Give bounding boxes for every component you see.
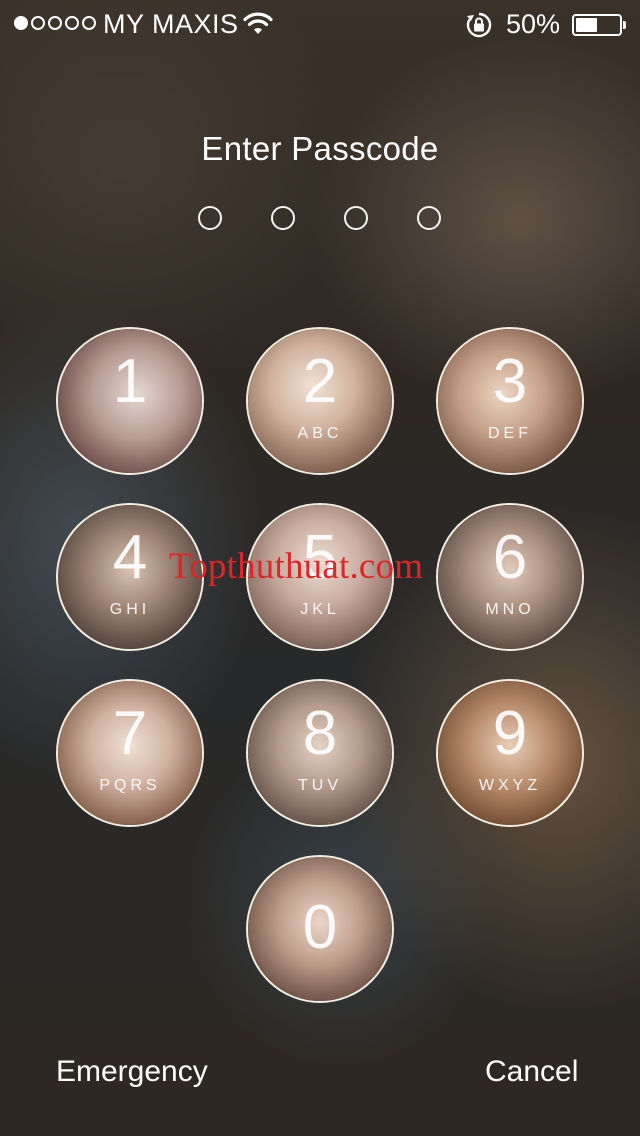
key-digit: 6 (492, 523, 528, 592)
status-bar: MY MAXIS 50% (0, 0, 640, 48)
cancel-button[interactable]: Cancel (485, 1055, 578, 1089)
key-digit: 8 (302, 699, 338, 768)
key-7[interactable]: 7 PQRS (56, 679, 204, 827)
passcode-dot (417, 206, 441, 230)
key-3[interactable]: 3 DEF (436, 327, 584, 475)
passcode-indicators (0, 206, 640, 232)
signal-strength-icon (14, 16, 96, 30)
signal-dot (14, 16, 28, 30)
key-letters: ABC (297, 425, 343, 442)
key-letters: JKL (300, 601, 340, 618)
passcode-dot (271, 206, 295, 230)
key-letters: DEF (488, 425, 532, 442)
battery-terminal (623, 21, 626, 29)
wifi-icon (243, 12, 273, 43)
signal-dot (82, 16, 96, 30)
key-digit: 0 (302, 893, 338, 962)
key-digit: 7 (112, 699, 148, 768)
battery-icon (572, 14, 626, 36)
emergency-button[interactable]: Emergency (56, 1055, 208, 1089)
key-digit: 9 (492, 699, 528, 768)
key-1[interactable]: 1 (56, 327, 204, 475)
key-6[interactable]: 6 MNO (436, 503, 584, 651)
key-8[interactable]: 8 TUV (246, 679, 394, 827)
battery-level-fill (576, 18, 597, 32)
watermark-text: Topthuthuat.com (169, 546, 424, 587)
key-9[interactable]: 9 WXYZ (436, 679, 584, 827)
passcode-title: Enter Passcode (201, 130, 439, 167)
signal-dot (65, 16, 79, 30)
key-digit: 3 (492, 347, 528, 416)
key-letters: TUV (298, 777, 342, 794)
passcode-dot (198, 206, 222, 230)
key-2[interactable]: 2 ABC (246, 327, 394, 475)
signal-dot (31, 16, 45, 30)
passcode-dot (344, 206, 368, 230)
carrier-name: MY MAXIS (103, 9, 239, 39)
key-letters: PQRS (99, 777, 161, 794)
orientation-lock-icon (465, 11, 493, 46)
battery-percentage: 50% (506, 9, 561, 39)
signal-dot (48, 16, 62, 30)
key-letters: MNO (485, 601, 535, 618)
key-0[interactable]: 0 (246, 855, 394, 1003)
key-letters: GHI (109, 601, 151, 618)
key-letters: WXYZ (478, 777, 542, 794)
key-digit: 2 (302, 347, 338, 416)
key-digit: 1 (112, 347, 148, 416)
